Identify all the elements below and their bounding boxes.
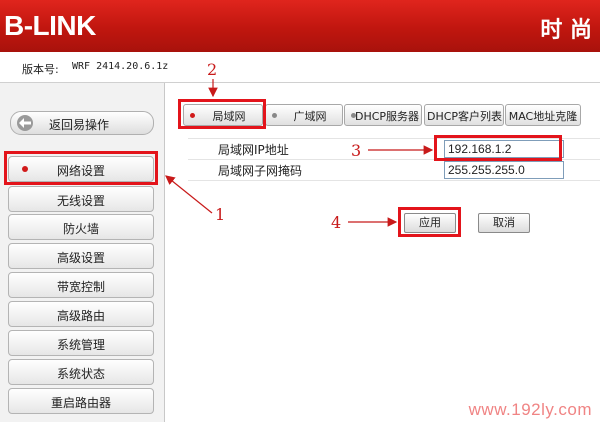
annotation-arrows: [165, 79, 434, 227]
annotation-number-4: 4: [331, 213, 342, 232]
watermark-text: www.192ly.com: [468, 400, 592, 419]
arrow-1-icon: [165, 175, 213, 214]
annotation-number-2: 2: [207, 60, 218, 79]
annotation-number-3: 3: [351, 141, 362, 160]
annotation-number-1: 1: [215, 205, 226, 224]
